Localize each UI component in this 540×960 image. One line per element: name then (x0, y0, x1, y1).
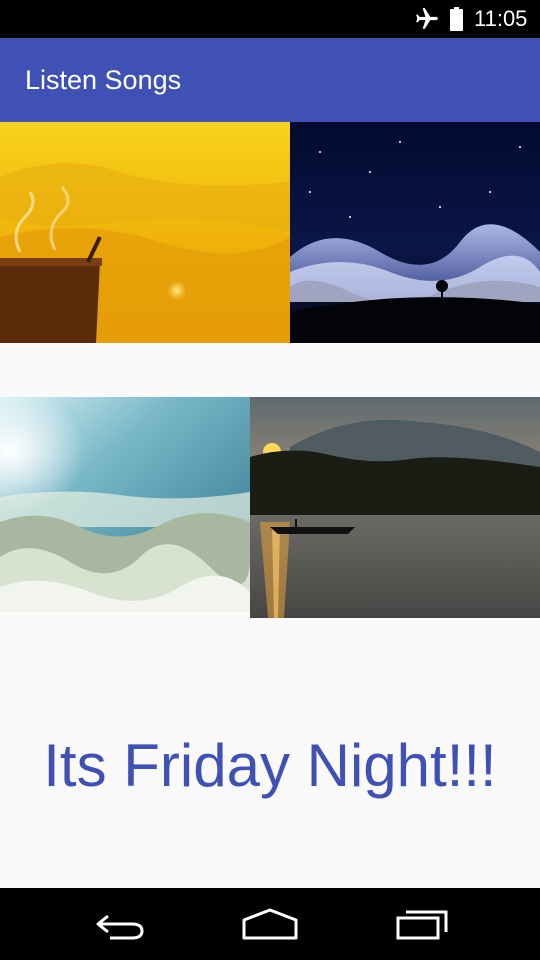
sunrise-tea-image[interactable] (0, 122, 290, 343)
headline-text: Its Friday Night!!! (43, 732, 497, 799)
app-title: Listen Songs (25, 65, 182, 95)
status-bar: 11:05 (0, 0, 540, 38)
airplane-mode-icon (416, 8, 438, 29)
status-clock: 11:05 (474, 6, 528, 31)
app-toolbar: Listen Songs (0, 38, 540, 122)
home-icon[interactable] (240, 906, 300, 942)
recents-icon[interactable] (390, 906, 450, 942)
night-moon-image[interactable] (290, 122, 540, 343)
sunset-river-image[interactable] (250, 397, 540, 618)
battery-icon (450, 7, 463, 31)
back-icon[interactable] (90, 906, 150, 942)
sky-clouds-image[interactable] (0, 397, 250, 612)
system-navigation-bar (0, 888, 540, 960)
